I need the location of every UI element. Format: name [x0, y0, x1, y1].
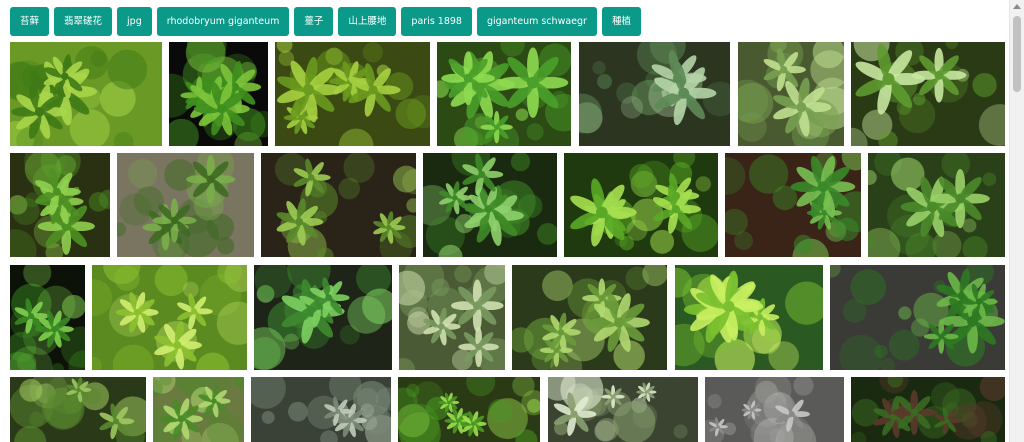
moss-photo-image — [398, 377, 540, 442]
moss-photo-image — [548, 377, 688, 442]
image-result-thumbnail[interactable] — [851, 377, 1005, 442]
moss-photo-image — [423, 153, 557, 257]
tag-button[interactable]: paris 1898 — [401, 7, 472, 36]
image-result-thumbnail[interactable] — [738, 42, 844, 146]
image-result-thumbnail[interactable] — [564, 153, 718, 257]
moss-photo-image — [274, 153, 416, 257]
tag-button[interactable]: 山上腰地 — [338, 7, 397, 36]
tag-button[interactable]: 種植 — [601, 7, 641, 36]
moss-photo-image — [10, 45, 148, 146]
tag-button[interactable]: 薹子 — [294, 7, 334, 36]
image-result-thumbnail[interactable] — [725, 153, 861, 257]
moss-photo-image — [251, 377, 391, 442]
image-grid — [0, 0, 1014, 442]
image-result-thumbnail[interactable] — [254, 265, 392, 370]
moss-photo-image — [169, 42, 268, 146]
tag-button[interactable]: 苔藓 — [10, 7, 50, 36]
moss-photo-image — [276, 42, 430, 146]
moss-photo-image — [738, 42, 844, 146]
moss-photo-image — [512, 265, 667, 370]
moss-photo-image — [10, 377, 146, 442]
image-result-thumbnail[interactable] — [705, 377, 844, 442]
moss-photo-image — [570, 153, 718, 254]
related-tags-bar: 苔藓 翡翠磋花 jpg rhodobryum giganteum 薹子 山上腰地… — [10, 7, 641, 36]
image-result-thumbnail[interactable] — [92, 265, 247, 370]
moss-photo-image — [10, 265, 85, 370]
image-result-thumbnail[interactable] — [851, 42, 1005, 146]
image-result-thumbnail[interactable] — [10, 377, 146, 442]
moss-photo-image — [117, 153, 236, 257]
image-result-thumbnail[interactable] — [275, 42, 430, 146]
image-result-thumbnail[interactable] — [117, 153, 254, 257]
image-result-thumbnail[interactable] — [548, 377, 698, 442]
scrollbar-thumb[interactable] — [1013, 16, 1021, 92]
image-result-thumbnail[interactable] — [10, 153, 110, 257]
moss-photo-image — [437, 42, 571, 146]
image-result-thumbnail[interactable] — [423, 153, 557, 257]
image-result-thumbnail[interactable] — [675, 265, 823, 370]
tag-button[interactable]: 翡翠磋花 — [54, 7, 113, 36]
moss-photo-image — [725, 153, 861, 257]
image-result-thumbnail[interactable] — [251, 377, 391, 442]
moss-photo-image — [675, 267, 823, 370]
image-result-thumbnail[interactable] — [868, 153, 1005, 257]
image-result-thumbnail[interactable] — [169, 42, 268, 146]
image-result-thumbnail[interactable] — [10, 42, 162, 146]
moss-photo-image — [830, 265, 1005, 370]
moss-photo-image — [399, 265, 505, 370]
tag-button[interactable]: giganteum schwaegr — [476, 7, 597, 36]
image-result-thumbnail[interactable] — [10, 265, 85, 370]
moss-photo-image — [851, 42, 1005, 146]
tag-button[interactable]: rhodobryum giganteum — [156, 7, 290, 36]
page-scrollbar[interactable] — [1009, 0, 1024, 442]
image-result-thumbnail[interactable] — [437, 42, 571, 146]
moss-photo-image — [579, 42, 730, 134]
moss-photo-image — [868, 153, 997, 257]
moss-photo-image — [851, 377, 1005, 442]
moss-photo-image — [705, 377, 817, 442]
scroll-up-arrow-icon[interactable] — [1013, 4, 1021, 9]
image-result-thumbnail[interactable] — [398, 377, 540, 442]
moss-photo-image — [254, 265, 392, 370]
image-result-thumbnail[interactable] — [830, 265, 1005, 370]
image-result-thumbnail[interactable] — [579, 42, 730, 146]
image-result-thumbnail[interactable] — [261, 153, 416, 257]
image-result-thumbnail[interactable] — [153, 377, 244, 442]
moss-photo-image — [92, 265, 247, 370]
moss-photo-image — [153, 377, 244, 442]
image-search-results-page: 苔藓 翡翠磋花 jpg rhodobryum giganteum 薹子 山上腰地… — [0, 0, 1024, 442]
tag-button[interactable]: jpg — [117, 7, 152, 36]
moss-photo-image — [10, 153, 110, 257]
image-result-thumbnail[interactable] — [512, 265, 667, 370]
image-result-thumbnail[interactable] — [399, 265, 505, 370]
